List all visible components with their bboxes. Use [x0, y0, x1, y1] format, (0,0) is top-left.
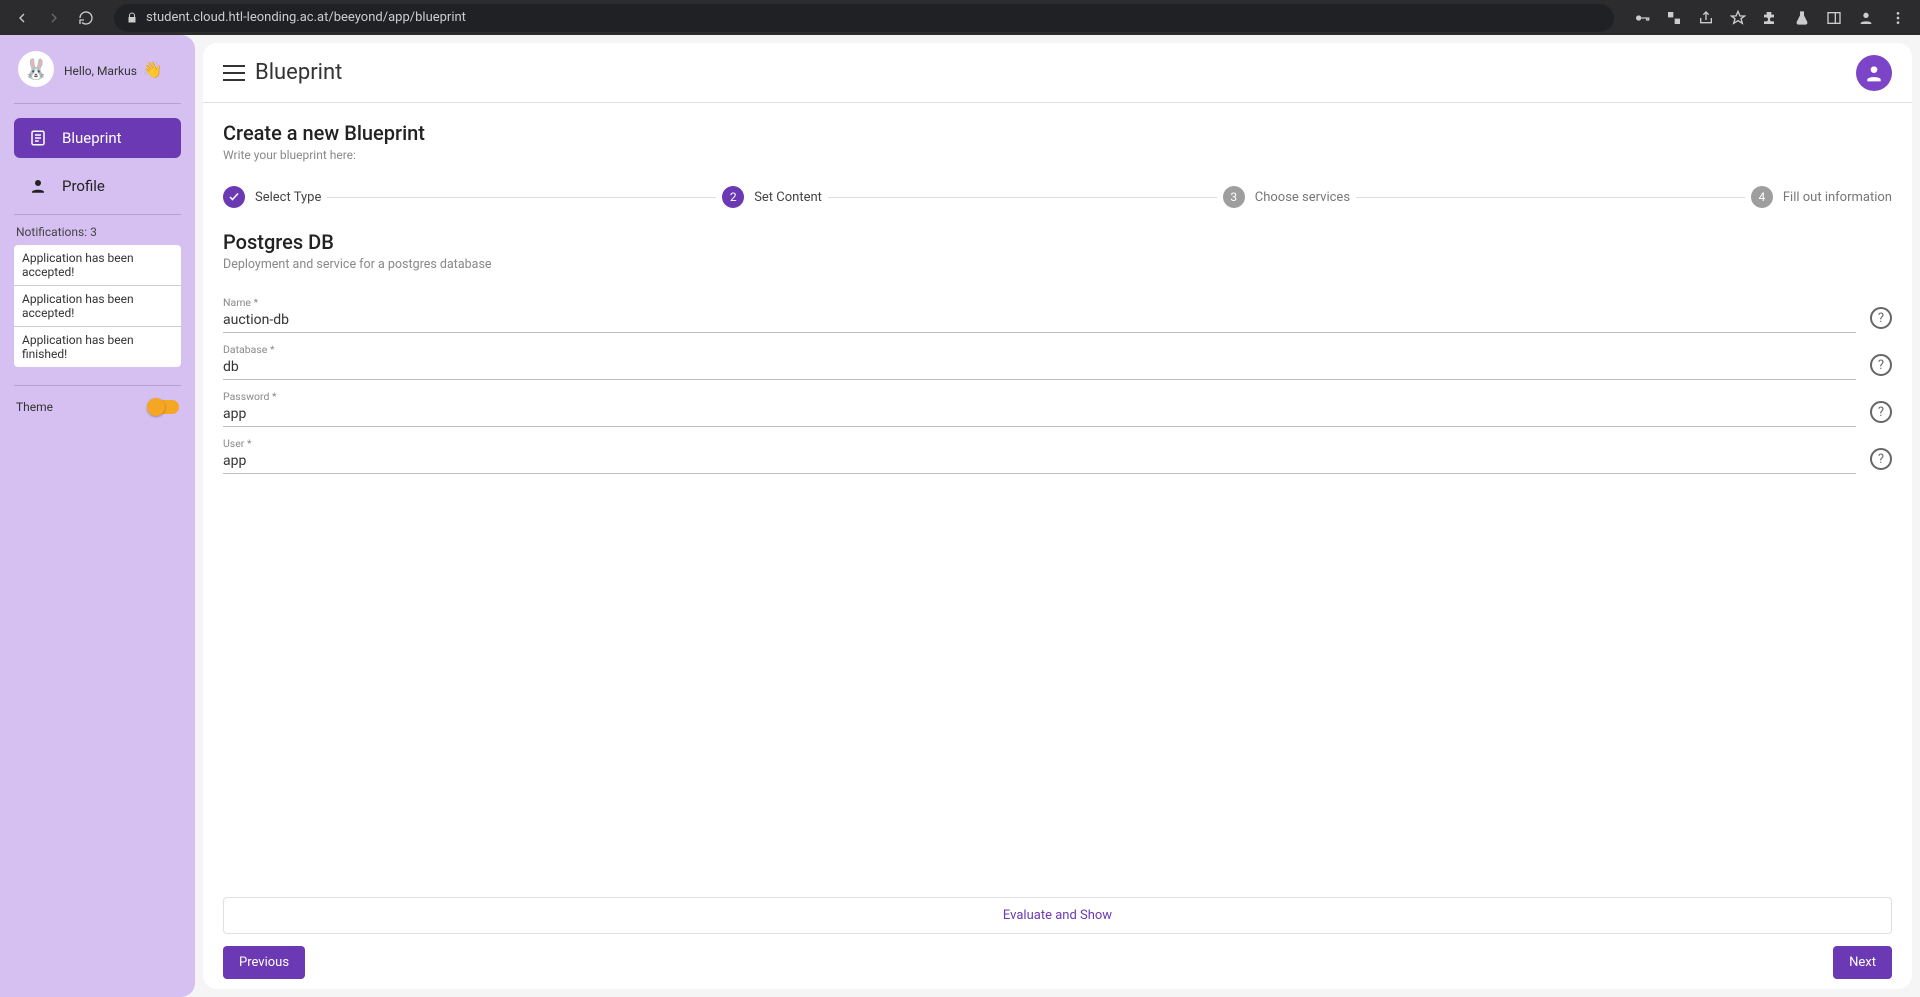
nav-label: Profile — [62, 177, 105, 195]
divider — [14, 103, 181, 104]
divider — [14, 214, 181, 215]
sidebar: 🐰 Hello, Markus 👋 Blueprint Profile Noti… — [0, 35, 195, 997]
notification-item[interactable]: Application has been finished! — [14, 327, 181, 367]
kebab-icon[interactable] — [1884, 4, 1912, 32]
theme-row: Theme — [0, 400, 195, 414]
translate-icon[interactable] — [1660, 4, 1688, 32]
profile-icon — [28, 177, 48, 195]
field-user: User * — [223, 437, 1856, 474]
next-button[interactable]: Next — [1833, 946, 1892, 979]
star-icon[interactable] — [1724, 4, 1752, 32]
blueprint-icon — [28, 129, 48, 147]
profile-chrome-icon[interactable] — [1852, 4, 1880, 32]
step-label: Fill out information — [1783, 190, 1892, 205]
notification-item[interactable]: Application has been accepted! — [14, 286, 181, 327]
step-number: 4 — [1751, 186, 1773, 208]
form-title: Create a new Blueprint — [223, 121, 1892, 145]
profile-button[interactable] — [1856, 55, 1892, 91]
theme-toggle[interactable] — [149, 400, 179, 414]
step-line — [1356, 197, 1745, 198]
evaluate-button[interactable]: Evaluate and Show — [223, 897, 1892, 934]
menu-icon[interactable] — [223, 65, 245, 81]
step-select-type[interactable]: Select Type — [223, 186, 321, 208]
theme-label: Theme — [16, 400, 53, 414]
help-icon[interactable]: ? — [1870, 448, 1892, 470]
step-number: 3 — [1223, 186, 1245, 208]
stepper: Select Type 2 Set Content 3 Choose servi… — [223, 186, 1892, 208]
url-text: student.cloud.htl-leonding.ac.at/beeyond… — [146, 10, 466, 25]
wave-icon: 👋 — [143, 60, 163, 79]
field-label: Database * — [223, 343, 1856, 356]
toggle-knob — [147, 398, 165, 416]
forward-icon[interactable] — [40, 4, 68, 32]
user-input[interactable] — [223, 450, 1856, 471]
notification-item[interactable]: Application has been accepted! — [14, 245, 181, 286]
main-panel: Blueprint Create a new Blueprint Write y… — [203, 43, 1912, 989]
step-fill-out-information[interactable]: 4 Fill out information — [1751, 186, 1892, 208]
field-password: Password * — [223, 390, 1856, 427]
step-line — [828, 197, 1217, 198]
reload-icon[interactable] — [72, 4, 100, 32]
password-input[interactable] — [223, 403, 1856, 424]
avatar: 🐰 — [18, 51, 54, 87]
step-label: Set Content — [754, 190, 822, 205]
lock-icon — [126, 12, 138, 24]
browser-chrome: student.cloud.htl-leonding.ac.at/beeyond… — [0, 0, 1920, 35]
nav-label: Blueprint — [62, 129, 122, 147]
step-label: Select Type — [255, 190, 321, 205]
field-label: Password * — [223, 390, 1856, 403]
previous-button[interactable]: Previous — [223, 946, 305, 979]
back-icon[interactable] — [8, 4, 36, 32]
step-choose-services[interactable]: 3 Choose services — [1223, 186, 1350, 208]
name-input[interactable] — [223, 309, 1856, 330]
help-icon[interactable]: ? — [1870, 401, 1892, 423]
step-line — [327, 197, 716, 198]
address-bar[interactable]: student.cloud.htl-leonding.ac.at/beeyond… — [114, 4, 1614, 32]
lab-icon[interactable] — [1788, 4, 1816, 32]
field-name: Name * — [223, 296, 1856, 333]
step-label: Choose services — [1255, 190, 1350, 205]
extensions-icon[interactable] — [1756, 4, 1784, 32]
main-header: Blueprint — [203, 43, 1912, 103]
section-title: Postgres DB — [223, 230, 1892, 254]
help-icon[interactable]: ? — [1870, 354, 1892, 376]
database-input[interactable] — [223, 356, 1856, 377]
page-title: Blueprint — [255, 60, 342, 85]
notifications-list: Application has been accepted! Applicati… — [14, 245, 181, 367]
panel-icon[interactable] — [1820, 4, 1848, 32]
nav-item-blueprint[interactable]: Blueprint — [14, 118, 181, 158]
check-icon — [223, 186, 245, 208]
step-number: 2 — [722, 186, 744, 208]
help-icon[interactable]: ? — [1870, 307, 1892, 329]
notifications-label: Notifications: 3 — [0, 225, 195, 245]
section-subtitle: Deployment and service for a postgres da… — [223, 257, 1892, 272]
nav-item-profile[interactable]: Profile — [14, 166, 181, 206]
divider — [14, 385, 181, 386]
field-label: User * — [223, 437, 1856, 450]
share-icon[interactable] — [1692, 4, 1720, 32]
field-label: Name * — [223, 296, 1856, 309]
greeting-text: Hello, Markus — [64, 64, 137, 78]
user-greeting: 🐰 Hello, Markus 👋 — [0, 35, 195, 99]
key-icon[interactable] — [1628, 4, 1656, 32]
field-database: Database * — [223, 343, 1856, 380]
step-set-content[interactable]: 2 Set Content — [722, 186, 822, 208]
form-subtitle: Write your blueprint here: — [223, 148, 1892, 162]
